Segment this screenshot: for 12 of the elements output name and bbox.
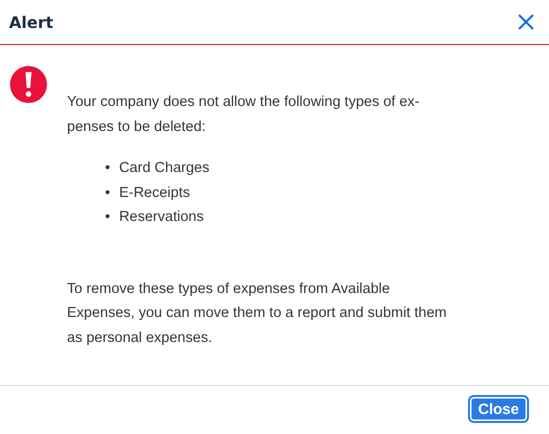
list-bullet: • [105,208,110,227]
dialog-title: Alert [9,12,54,32]
error-icon [10,66,47,103]
close-icon[interactable] [517,13,535,31]
list-item: E-Receipts [119,184,190,202]
message-text: Your company does not allow the following types of ex- penses to be deleted: [67,93,421,136]
list-bullet: • [105,184,110,202]
close-button[interactable]: Close [468,395,529,423]
note-text: To remove these types of expenses from Available Expenses, you can move them to a report and submit them as personal expenses. [67,280,447,348]
list-item: Reservations [119,208,204,227]
list-bullet: • [105,159,110,178]
list-item: Card Charges [119,159,210,178]
